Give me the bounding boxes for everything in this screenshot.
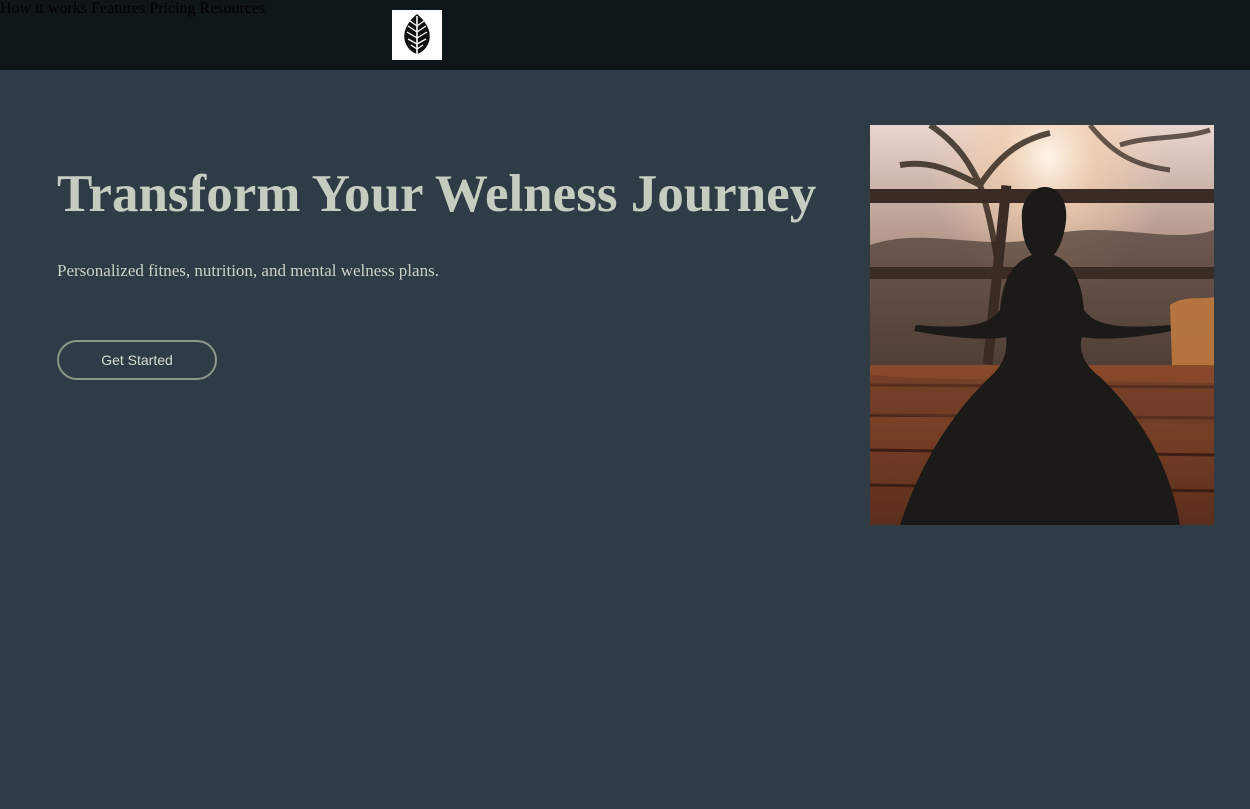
hero-subtitle: Personalized fitnes, nutrition, and ment… <box>57 261 439 280</box>
hero-title: Transform Your Welness Journey <box>57 165 817 223</box>
nav-link-resources[interactable]: Resources <box>200 0 266 17</box>
get-started-button[interactable]: Get Started <box>57 340 217 380</box>
meditation-photo <box>870 125 1214 525</box>
leaf-icon <box>404 14 430 57</box>
nav-link-features[interactable]: Features <box>91 0 145 17</box>
nav-link-how-it-works[interactable]: How it works <box>0 0 87 17</box>
top-nav-bar: How it works Features Pricing Resources <box>0 0 1250 70</box>
nav-link-pricing[interactable]: Pricing <box>149 0 195 17</box>
hero-image <box>870 125 1214 525</box>
logo[interactable] <box>392 10 442 60</box>
